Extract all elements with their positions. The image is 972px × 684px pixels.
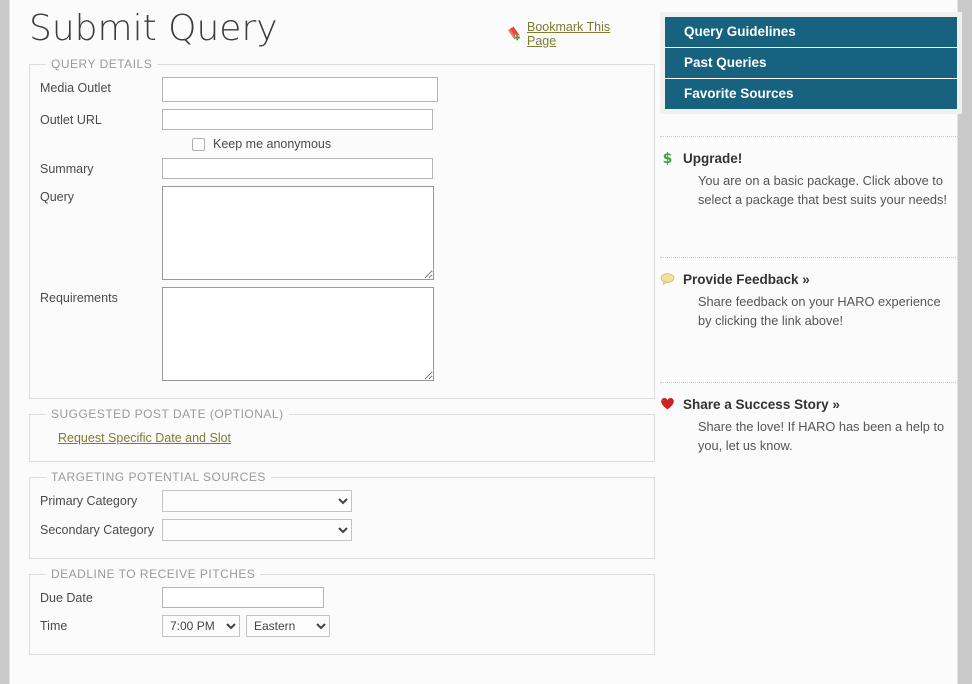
legend-targeting: TARGETING POTENTIAL SOURCES [46, 470, 271, 484]
success-story-title: Share a Success Story » [683, 397, 840, 412]
upgrade-body: You are on a basic package. Click above … [698, 172, 956, 209]
row-keep-me-anonymous: Keep me anonymous [192, 137, 644, 151]
label-query: Query [40, 186, 162, 205]
label-time: Time [40, 615, 162, 634]
row-requirements: Requirements [40, 287, 644, 381]
bookmark-add-icon [507, 26, 523, 42]
left-gutter [0, 0, 9, 684]
legend-suggested-post-date: SUGGESTED POST DATE (OPTIONAL) [46, 407, 289, 421]
sidebar-block-provide-feedback: Provide Feedback » Share feedback on you… [660, 271, 962, 330]
upgrade-heading[interactable]: $ Upgrade! [660, 150, 962, 166]
sidebar-nav: Query Guidelines Past Queries Favorite S… [660, 12, 962, 114]
svg-text:$: $ [663, 151, 673, 166]
row-secondary-category: Secondary Category [40, 519, 644, 541]
speech-bubble-icon [660, 271, 675, 287]
sidebar-block-success-story: Share a Success Story » Share the love! … [660, 396, 962, 455]
sidebar-item-query-guidelines[interactable]: Query Guidelines [665, 17, 957, 48]
fieldset-deadline-to-receive-pitches: DEADLINE TO RECEIVE PITCHES Due Date Tim… [29, 567, 655, 655]
label-secondary-category: Secondary Category [40, 519, 162, 538]
keep-me-anonymous-label: Keep me anonymous [213, 137, 331, 151]
sidebar-spacer-1 [651, 209, 959, 235]
upgrade-title: Upgrade! [683, 151, 742, 166]
row-time: Time 7:00 PM Eastern [40, 615, 644, 637]
row-due-date: Due Date [40, 587, 644, 608]
sidebar-spacer-2 [651, 330, 959, 360]
media-outlet-input[interactable] [162, 77, 438, 102]
label-requirements: Requirements [40, 287, 162, 306]
time-hour-select[interactable]: 7:00 PM [162, 615, 240, 637]
main-column: Submit Query Book [10, 0, 642, 684]
primary-category-select[interactable] [162, 490, 352, 512]
provide-feedback-title: Provide Feedback » [683, 272, 810, 287]
bookmark-this-page-link[interactable]: Bookmark This Page [507, 20, 642, 48]
keep-me-anonymous-checkbox[interactable] [192, 138, 205, 151]
success-story-body: Share the love! If HARO has been a help … [698, 418, 956, 455]
bookmark-link-label: Bookmark This Page [527, 20, 642, 48]
provide-feedback-heading[interactable]: Provide Feedback » [660, 271, 962, 287]
fieldset-targeting-potential-sources: TARGETING POTENTIAL SOURCES Primary Cate… [29, 470, 655, 559]
dollar-icon: $ [660, 150, 675, 166]
sidebar: Query Guidelines Past Queries Favorite S… [651, 0, 959, 684]
label-summary: Summary [40, 158, 162, 177]
sidebar-divider-2 [660, 257, 962, 258]
row-media-outlet: Media Outlet [40, 77, 644, 102]
sidebar-item-past-queries[interactable]: Past Queries [665, 48, 957, 79]
row-summary: Summary [40, 158, 644, 179]
label-due-date: Due Date [40, 587, 162, 606]
query-textarea[interactable] [162, 186, 434, 280]
row-primary-category: Primary Category [40, 490, 644, 512]
sidebar-divider-3 [660, 382, 962, 383]
summary-input[interactable] [162, 158, 433, 179]
due-date-input[interactable] [162, 587, 324, 608]
page-content: Submit Query Book [9, 0, 958, 684]
legend-deadline: DEADLINE TO RECEIVE PITCHES [46, 567, 260, 581]
row-query: Query [40, 186, 644, 280]
secondary-category-select[interactable] [162, 519, 352, 541]
sidebar-block-upgrade: $ Upgrade! You are on a basic package. C… [660, 150, 962, 209]
success-story-heading[interactable]: Share a Success Story » [660, 396, 962, 412]
sidebar-divider-1 [660, 136, 962, 137]
page-root: Submit Query Book [0, 0, 972, 684]
time-zone-select[interactable]: Eastern [246, 615, 330, 637]
requirements-textarea[interactable] [162, 287, 434, 381]
sidebar-item-favorite-sources[interactable]: Favorite Sources [665, 79, 957, 109]
fieldset-suggested-post-date: SUGGESTED POST DATE (OPTIONAL) Request S… [29, 407, 655, 462]
legend-query-details: QUERY DETAILS [46, 57, 157, 71]
outlet-url-input[interactable] [162, 109, 433, 130]
row-outlet-url: Outlet URL [40, 109, 644, 130]
label-outlet-url: Outlet URL [40, 109, 162, 128]
fieldset-query-details: QUERY DETAILS Media Outlet Outlet URL Ke… [29, 57, 655, 399]
provide-feedback-body: Share feedback on your HARO experience b… [698, 293, 956, 330]
heart-icon [660, 396, 675, 412]
request-specific-date-link[interactable]: Request Specific Date and Slot [58, 431, 231, 445]
label-media-outlet: Media Outlet [40, 77, 162, 96]
time-selects: 7:00 PM Eastern [162, 615, 330, 637]
label-primary-category: Primary Category [40, 490, 162, 509]
